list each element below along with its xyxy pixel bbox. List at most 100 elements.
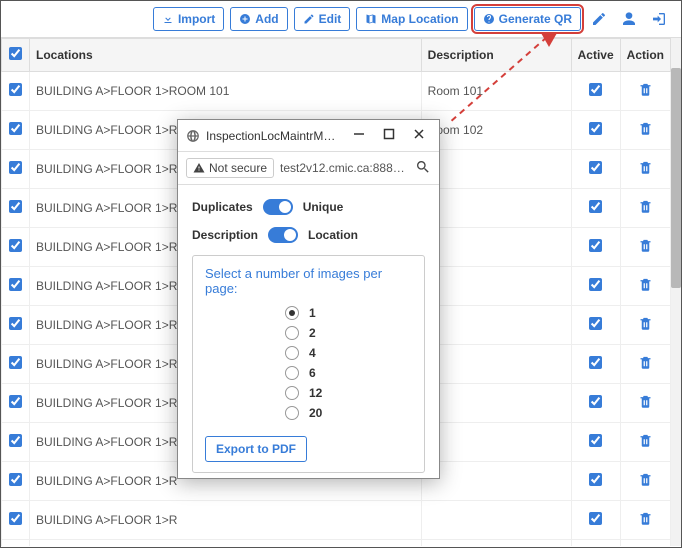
select-all-checkbox[interactable]: [9, 47, 22, 60]
description-cell: Room 101: [421, 72, 571, 111]
row-checkbox[interactable]: [9, 278, 22, 291]
row-checkbox[interactable]: [9, 473, 22, 486]
minimize-button[interactable]: [347, 126, 371, 145]
row-checkbox[interactable]: [9, 83, 22, 96]
row-checkbox[interactable]: [9, 395, 22, 408]
radio-option[interactable]: 4: [285, 346, 412, 360]
active-cell: [571, 189, 620, 228]
delete-button[interactable]: [638, 281, 653, 295]
active-checkbox[interactable]: [589, 239, 602, 252]
action-cell: [620, 189, 670, 228]
toggle-right-label: Location: [308, 228, 358, 242]
url-text[interactable]: test2v12.cmic.ca:8888/cmi...: [280, 161, 409, 175]
question-circle-icon: [483, 13, 495, 25]
header-description[interactable]: Description: [421, 39, 571, 72]
edit-button[interactable]: Edit: [294, 7, 351, 31]
radio-option[interactable]: 1: [285, 306, 412, 320]
close-button[interactable]: [407, 126, 431, 145]
action-cell: [620, 111, 670, 150]
delete-button[interactable]: [638, 515, 653, 529]
active-checkbox[interactable]: [589, 356, 602, 369]
generate-qr-button[interactable]: Generate QR: [474, 7, 581, 31]
edit-page-icon[interactable]: [587, 7, 611, 31]
user-icon[interactable]: [617, 7, 641, 31]
duplicates-toggle[interactable]: [263, 199, 293, 215]
popup-titlebar[interactable]: InspectionLocMaintrMaint...: [178, 120, 439, 152]
active-checkbox[interactable]: [589, 434, 602, 447]
radio-button[interactable]: [285, 346, 299, 360]
header-locations[interactable]: Locations: [30, 39, 422, 72]
header-active[interactable]: Active: [571, 39, 620, 72]
export-pdf-button[interactable]: Export to PDF: [205, 436, 307, 462]
import-button[interactable]: Import: [153, 7, 224, 31]
delete-button[interactable]: [638, 437, 653, 451]
description-cell: [421, 462, 571, 501]
action-cell: [620, 540, 670, 547]
popup-body: Duplicates Unique Description Location S…: [178, 185, 439, 487]
delete-button[interactable]: [638, 125, 653, 139]
delete-button[interactable]: [638, 476, 653, 490]
trash-icon: [638, 121, 653, 136]
row-checkbox-cell: [2, 462, 30, 501]
row-checkbox-cell: [2, 345, 30, 384]
active-checkbox[interactable]: [589, 83, 602, 96]
delete-button[interactable]: [638, 203, 653, 217]
maximize-button[interactable]: [377, 126, 401, 145]
radio-button[interactable]: [285, 386, 299, 400]
action-cell: [620, 462, 670, 501]
active-checkbox[interactable]: [589, 473, 602, 486]
delete-button[interactable]: [638, 320, 653, 334]
row-checkbox[interactable]: [9, 161, 22, 174]
download-icon: [162, 13, 174, 25]
row-checkbox[interactable]: [9, 317, 22, 330]
row-checkbox-cell: [2, 111, 30, 150]
delete-button[interactable]: [638, 242, 653, 256]
delete-button[interactable]: [638, 164, 653, 178]
row-checkbox[interactable]: [9, 200, 22, 213]
delete-button[interactable]: [638, 359, 653, 373]
logout-icon[interactable]: [647, 7, 671, 31]
radio-option[interactable]: 20: [285, 406, 412, 420]
not-secure-badge[interactable]: Not secure: [186, 158, 274, 178]
radio-button[interactable]: [285, 406, 299, 420]
radio-button[interactable]: [285, 326, 299, 340]
locations-cell: BUILDING A>FLOOR 1>R: [30, 540, 422, 547]
active-checkbox[interactable]: [589, 161, 602, 174]
delete-button[interactable]: [638, 86, 653, 100]
table-row: BUILDING A>FLOOR 1>ROOM 101Room 101: [2, 72, 671, 111]
pencil-icon: [303, 13, 315, 25]
row-checkbox[interactable]: [9, 239, 22, 252]
images-per-page-box: Select a number of images per page: 1246…: [192, 255, 425, 473]
scrollbar-track[interactable]: [671, 38, 681, 546]
active-checkbox[interactable]: [589, 395, 602, 408]
row-checkbox[interactable]: [9, 434, 22, 447]
row-checkbox[interactable]: [9, 356, 22, 369]
active-cell: [571, 462, 620, 501]
popup-title: InspectionLocMaintrMaint...: [206, 129, 341, 143]
active-cell: [571, 501, 620, 540]
radio-button[interactable]: [285, 306, 299, 320]
active-checkbox[interactable]: [589, 200, 602, 213]
map-location-button[interactable]: Map Location: [356, 7, 467, 31]
scrollbar-thumb[interactable]: [671, 68, 681, 288]
radio-option[interactable]: 12: [285, 386, 412, 400]
row-checkbox[interactable]: [9, 122, 22, 135]
action-cell: [620, 501, 670, 540]
description-toggle[interactable]: [268, 227, 298, 243]
radio-option[interactable]: 2: [285, 326, 412, 340]
globe-icon: [186, 129, 200, 143]
add-button[interactable]: Add: [230, 7, 287, 31]
toggle-right-label: Unique: [303, 200, 344, 214]
row-checkbox-cell: [2, 228, 30, 267]
description-cell: [421, 150, 571, 189]
active-checkbox[interactable]: [589, 512, 602, 525]
delete-button[interactable]: [638, 398, 653, 412]
active-checkbox[interactable]: [589, 317, 602, 330]
active-checkbox[interactable]: [589, 278, 602, 291]
row-checkbox[interactable]: [9, 512, 22, 525]
radio-option[interactable]: 6: [285, 366, 412, 380]
active-checkbox[interactable]: [589, 122, 602, 135]
radio-button[interactable]: [285, 366, 299, 380]
search-icon[interactable]: [415, 159, 431, 178]
toggle-left-label: Description: [192, 228, 258, 242]
